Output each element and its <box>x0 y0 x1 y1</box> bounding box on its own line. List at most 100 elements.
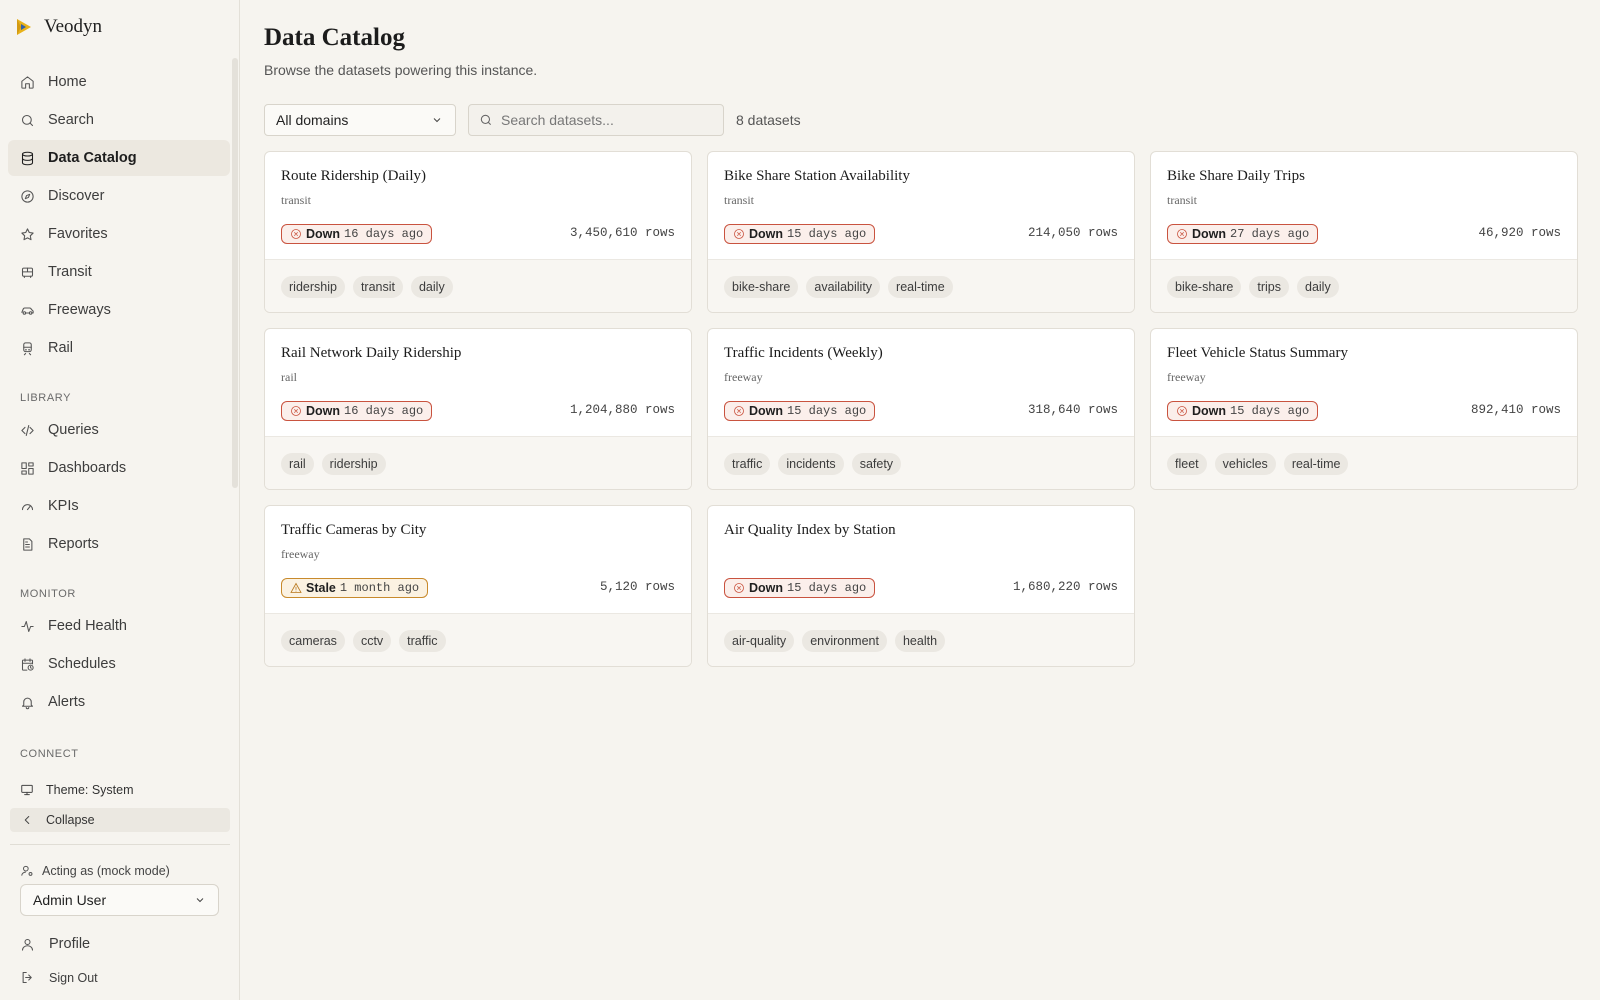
sidebar-item-freeways[interactable]: Freeways <box>8 292 230 328</box>
dataset-tag[interactable]: trips <box>1249 275 1289 298</box>
acting-user-select[interactable]: Admin User <box>20 884 219 916</box>
sidebar-item-schedules[interactable]: Schedules <box>8 646 230 682</box>
dataset-card[interactable]: Traffic Cameras by City freeway Stale 1 … <box>264 505 692 667</box>
dataset-tag[interactable]: air-quality <box>724 629 795 652</box>
sidebar-item-queries[interactable]: Queries <box>8 412 230 448</box>
dataset-tag[interactable]: daily <box>1297 275 1339 298</box>
sidebar-item-reports[interactable]: Reports <box>8 526 230 562</box>
sidebar-item-data-catalog[interactable]: Data Catalog <box>8 140 230 176</box>
dataset-search[interactable] <box>468 104 724 136</box>
dataset-tag[interactable]: rail <box>281 452 314 475</box>
compass-icon <box>21 189 34 203</box>
sidebar-item-favorites[interactable]: Favorites <box>8 216 230 252</box>
sidebar-item-label: Data Catalog <box>48 150 137 166</box>
dataset-tag[interactable]: cameras <box>281 629 345 652</box>
profile-label: Profile <box>49 936 91 952</box>
sidebar-item-label: Alerts <box>48 694 86 710</box>
dataset-tag[interactable]: safety <box>851 452 902 475</box>
user-icon <box>21 938 34 951</box>
activity-icon <box>21 620 34 632</box>
dataset-card-header: Fleet Vehicle Status Summary freeway Dow… <box>1151 329 1577 437</box>
dataset-tag[interactable]: environment <box>802 629 887 652</box>
sidebar-scrollbar[interactable] <box>232 58 238 488</box>
sidebar-item-home[interactable]: Home <box>8 64 230 100</box>
sidebar-item-label: Home <box>48 74 87 90</box>
dataset-tag[interactable]: traffic <box>399 629 446 652</box>
sidebar-item-transit[interactable]: Transit <box>8 254 230 290</box>
dataset-count: 8 datasets <box>736 112 801 128</box>
sign-out-link[interactable]: Sign Out <box>20 970 98 985</box>
theme-toggle[interactable]: Theme: System <box>10 778 230 802</box>
status-text: Down <box>749 404 784 418</box>
dataset-title: Bike Share Station Availability <box>724 168 910 184</box>
sidebar-item-discover[interactable]: Discover <box>8 178 230 214</box>
x-circle-icon <box>734 406 744 416</box>
dataset-card[interactable]: Fleet Vehicle Status Summary freeway Dow… <box>1150 328 1578 490</box>
dataset-tag[interactable]: incidents <box>778 452 844 475</box>
status-text: Down <box>1192 227 1227 241</box>
dataset-tag[interactable]: transit <box>352 275 403 298</box>
status-badge: Down 15 days ago <box>724 578 876 598</box>
star-icon <box>21 227 34 240</box>
status-text: Down <box>306 227 341 241</box>
dataset-card-header: Traffic Cameras by City freeway Stale 1 … <box>265 506 691 614</box>
collapse-button[interactable]: Collapse <box>10 808 230 832</box>
dataset-card[interactable]: Bike Share Station Availability transit … <box>707 151 1135 313</box>
status-text: Stale <box>306 581 336 595</box>
chevron-down-icon <box>433 118 441 123</box>
car-icon <box>21 306 34 315</box>
dataset-card[interactable]: Rail Network Daily Ridership rail Down 1… <box>264 328 692 490</box>
dataset-card[interactable]: Route Ridership (Daily) transit Down 16 … <box>264 151 692 313</box>
dataset-tags: rail ridership <box>265 437 691 489</box>
sidebar-item-search[interactable]: Search <box>8 102 230 138</box>
dataset-tag[interactable]: real-time <box>1283 452 1349 475</box>
brand[interactable]: Veodyn <box>14 16 102 38</box>
dataset-card-header: Route Ridership (Daily) transit Down 16 … <box>265 152 691 260</box>
status-badge: Down 27 days ago <box>1167 224 1319 244</box>
dataset-domain: transit <box>724 193 754 207</box>
dataset-tag[interactable]: vehicles <box>1214 452 1276 475</box>
status-text: Down <box>1192 404 1227 418</box>
x-circle-icon <box>734 229 744 239</box>
dataset-tags: fleet vehicles real-time <box>1151 437 1577 489</box>
dataset-tag[interactable]: ridership <box>321 452 386 475</box>
status-badge: Down 15 days ago <box>724 224 876 244</box>
dataset-tag[interactable]: fleet <box>1167 452 1207 475</box>
dataset-tag[interactable]: bike-share <box>724 275 799 298</box>
sidebar-item-label: Discover <box>48 188 105 204</box>
row-count: 46,920 rows <box>1478 226 1561 240</box>
dataset-card[interactable]: Bike Share Daily Trips transit Down 27 d… <box>1150 151 1578 313</box>
row-count: 318,640 rows <box>1027 403 1118 417</box>
sidebar-item-alerts[interactable]: Alerts <box>8 684 230 720</box>
dataset-tag[interactable]: availability <box>806 275 881 298</box>
sidebar-item-dashboards[interactable]: Dashboards <box>8 450 230 486</box>
dataset-tag[interactable]: ridership <box>281 275 345 298</box>
dataset-tags: bike-share trips daily <box>1151 260 1577 312</box>
dataset-card[interactable]: Air Quality Index by Station Down 15 day… <box>707 505 1135 667</box>
section-label-library: LIBRARY <box>20 392 72 404</box>
sidebar-item-kpis[interactable]: KPIs <box>8 488 230 524</box>
dataset-tag[interactable]: daily <box>410 275 453 298</box>
x-circle-icon <box>291 229 301 239</box>
sidebar-item-feed-health[interactable]: Feed Health <box>8 608 230 644</box>
status-text: Down <box>306 404 341 418</box>
dataset-tags: bike-share availability real-time <box>708 260 1134 312</box>
x-circle-icon <box>1177 229 1187 239</box>
monitor-icon <box>21 784 33 796</box>
domain-filter-select[interactable]: All domains <box>264 104 456 136</box>
dataset-tag[interactable]: traffic <box>724 452 771 475</box>
sidebar-item-label: Feed Health <box>48 618 127 634</box>
dataset-tag[interactable]: cctv <box>352 629 392 652</box>
gauge-icon <box>21 503 34 510</box>
dataset-card[interactable]: Traffic Incidents (Weekly) freeway Down … <box>707 328 1135 490</box>
profile-link[interactable]: Profile <box>20 936 90 952</box>
page-subtitle: Browse the datasets powering this instan… <box>264 62 538 78</box>
dataset-tag[interactable]: health <box>894 629 946 652</box>
dataset-tag[interactable]: real-time <box>888 275 953 298</box>
bell-icon <box>21 697 34 709</box>
sidebar-item-rail[interactable]: Rail <box>8 330 230 366</box>
status-badge: Down 16 days ago <box>281 224 433 244</box>
dataset-tag[interactable]: bike-share <box>1167 275 1242 298</box>
sidebar-item-label: Search <box>48 112 94 128</box>
dataset-search-input[interactable] <box>501 112 711 128</box>
